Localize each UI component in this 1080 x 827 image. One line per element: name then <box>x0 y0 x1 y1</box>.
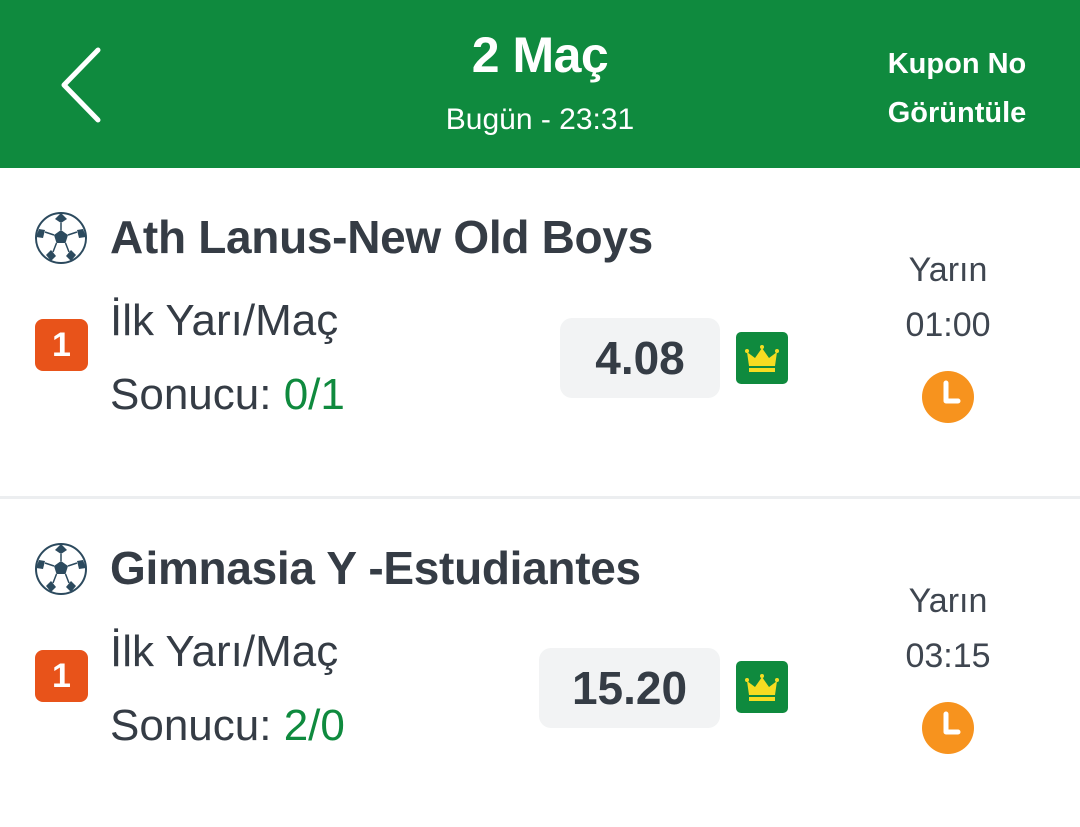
odds-value: 15.20 <box>539 648 720 728</box>
odds-value: 4.08 <box>560 318 720 398</box>
market-result-line: Sonucu: 0/1 <box>110 367 345 423</box>
view-coupon-number-button[interactable]: Kupon No Görüntüle <box>868 40 1046 138</box>
clock-icon <box>922 371 974 423</box>
bet-market: İlk Yarı/Maç Sonucu: 2/0 <box>110 624 345 754</box>
view-coupon-label-line2: Görüntüle <box>887 97 1027 129</box>
match-day: Yarın <box>908 251 988 289</box>
match-card[interactable]: Gimnasia Y -Estudiantes 1 İlk Yarı/Maç S… <box>0 499 1080 827</box>
pick-number-badge: 1 <box>35 319 88 371</box>
view-coupon-label-line1: Kupon No <box>887 48 1027 80</box>
match-time: 01:00 <box>905 306 991 344</box>
crown-icon <box>736 332 788 384</box>
market-result-label: Sonucu: <box>110 701 284 750</box>
match-teams: Ath Lanus-New Old Boys <box>110 211 653 263</box>
match-card[interactable]: Ath Lanus-New Old Boys 1 İlk Yarı/Maç So… <box>0 168 1080 499</box>
soccer-ball-icon <box>35 543 87 595</box>
bet-market: İlk Yarı/Maç Sonucu: 0/1 <box>110 293 345 423</box>
match-time: 03:15 <box>905 637 991 675</box>
market-result-label: Sonucu: <box>110 370 284 419</box>
soccer-ball-icon <box>35 212 87 264</box>
crown-icon <box>736 661 788 713</box>
selection-value: 2/0 <box>283 701 345 750</box>
market-name: İlk Yarı/Maç <box>110 296 339 345</box>
market-name: İlk Yarı/Maç <box>110 627 339 676</box>
market-result-line: Sonucu: 2/0 <box>110 698 345 754</box>
match-teams: Gimnasia Y -Estudiantes <box>110 542 641 594</box>
pick-number-badge: 1 <box>35 650 88 702</box>
header-bar: 2 Maç Bugün - 23:31 Kupon No Görüntüle <box>0 0 1080 168</box>
selection-value: 0/1 <box>283 370 345 419</box>
clock-icon <box>922 702 974 754</box>
match-day: Yarın <box>908 582 988 620</box>
